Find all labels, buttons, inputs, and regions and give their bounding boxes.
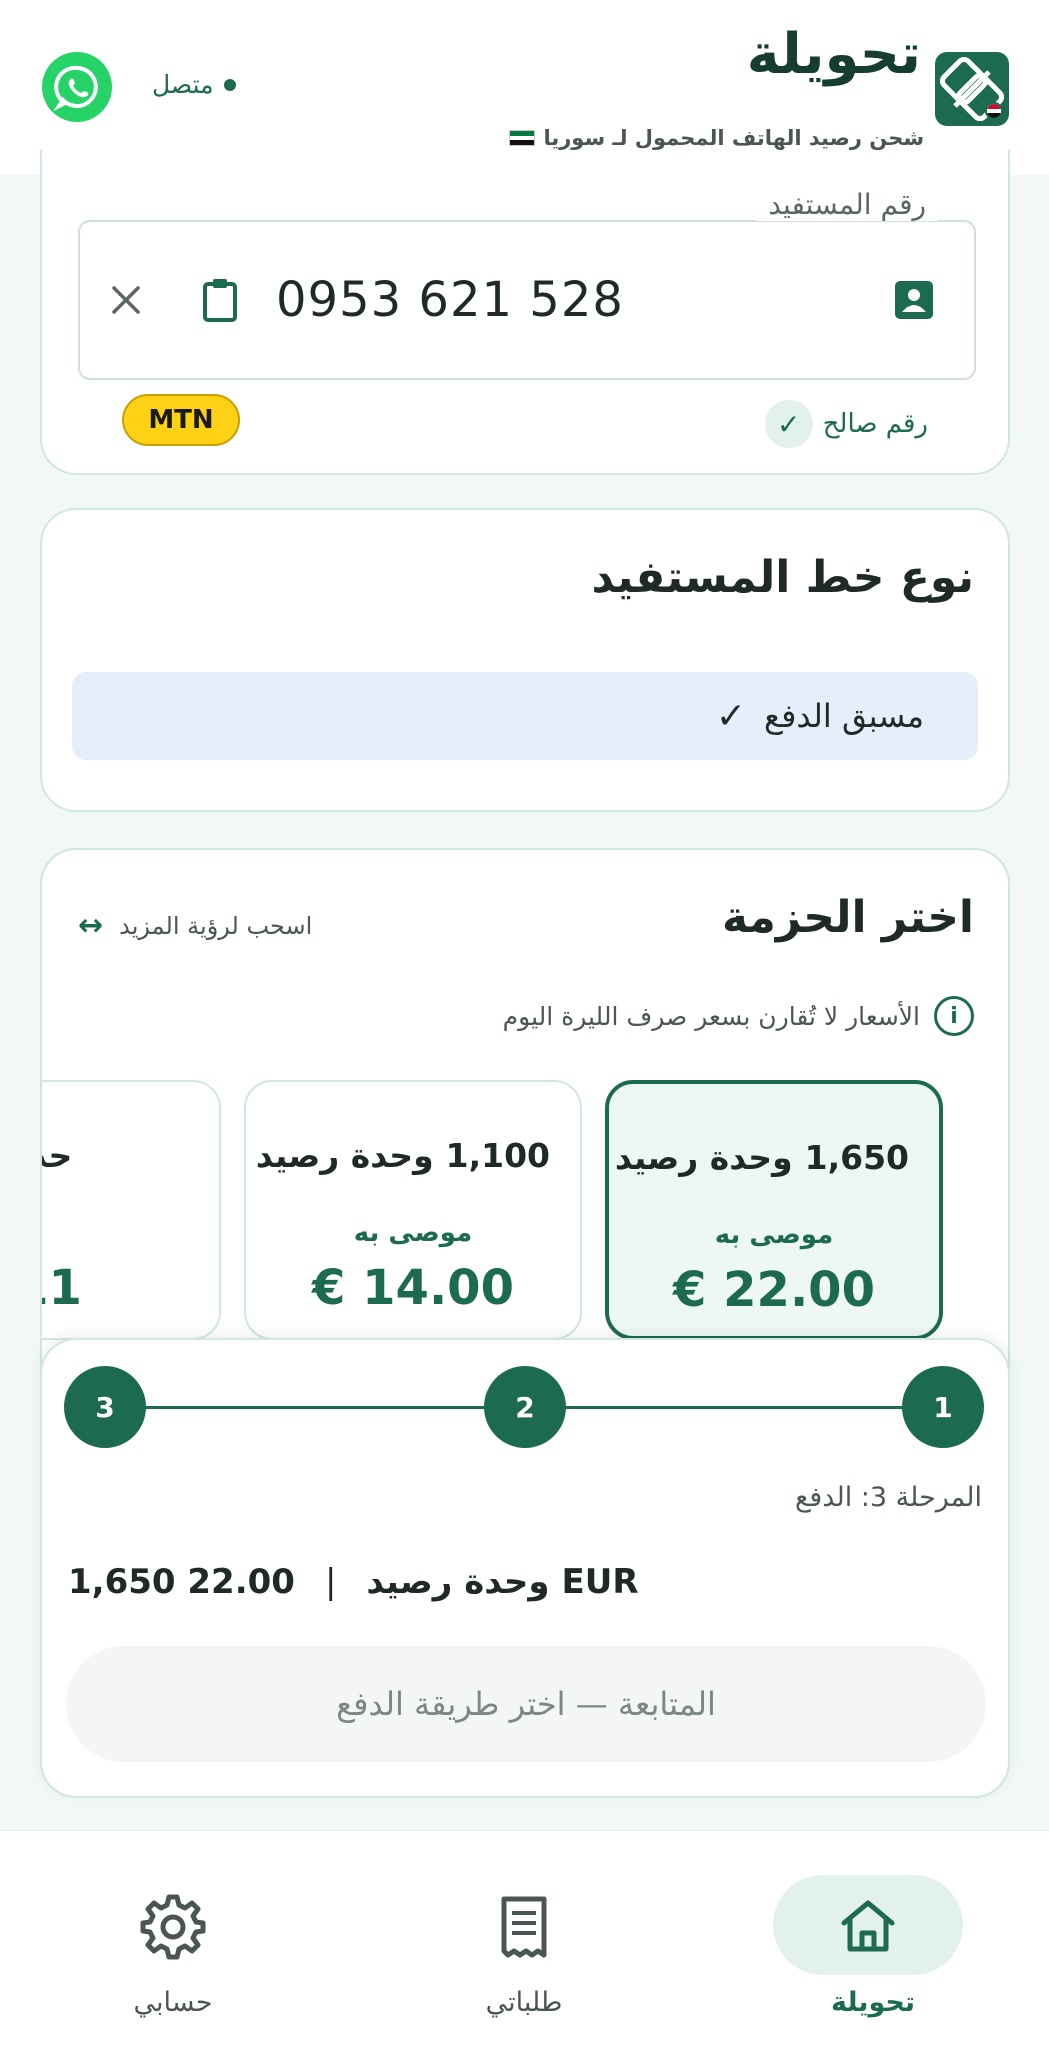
tahwila-logo-icon xyxy=(935,52,1009,126)
syria-flag-icon xyxy=(985,102,1003,120)
step-1: 1 xyxy=(902,1366,984,1448)
syria-flag-icon xyxy=(509,130,536,146)
nav-label: تحويلة xyxy=(830,1987,916,2018)
receipt-icon xyxy=(501,1896,547,1958)
order-summary: 1,650 22.00 | وحدة رصيد EUR xyxy=(68,1562,639,1602)
summary-currency: EUR xyxy=(561,1562,639,1602)
line-type-option-label: مسبق الدفع xyxy=(764,697,924,735)
online-dot-icon xyxy=(223,78,236,91)
whatsapp-icon xyxy=(53,65,98,112)
recommended-label: موصى به xyxy=(714,1220,834,1250)
package-card: اختر الحزمة اسحب لرؤية المزيد ↔ i الأسعا… xyxy=(40,848,1010,1408)
swipe-hint: اسحب لرؤية المزيد ↔ xyxy=(78,908,312,943)
line-type-card: نوع خط المستفيد مسبق الدفع ✓ xyxy=(40,508,1010,812)
line-type-title: نوع خط المستفيد xyxy=(591,552,974,603)
close-icon[interactable] xyxy=(106,280,146,320)
package-scroller[interactable]: 1,650 وحدة رصيد موصى به € 22.00 1,100 وح… xyxy=(42,1080,978,1340)
connection-status: متصل xyxy=(152,70,236,99)
swipe-hint-text: اسحب لرؤية المزيد xyxy=(119,911,313,940)
package-amount-value: 1,650 xyxy=(804,1138,909,1177)
package-amount: 1,100 وحدة رصيد xyxy=(256,1136,550,1175)
summary-amount: 1,650 22.00 xyxy=(68,1562,295,1602)
app-header: تحويلة شحن رصيد الهاتف المحمول لـ سوريا … xyxy=(0,0,1049,175)
package-amount: 1,650 وحدة رصيد xyxy=(615,1138,909,1177)
app-subtitle: شحن رصيد الهاتف المحمول لـ سوريا xyxy=(509,126,924,150)
nav-item-orders[interactable]: طلباتي xyxy=(424,1855,624,2025)
package-amount-value: 1,100 xyxy=(445,1136,550,1175)
package-option[interactable]: 1,100 وحدة رصيد موصى به € 14.00 xyxy=(244,1080,582,1340)
valid-number-text: رقم صالح xyxy=(822,409,928,439)
nav-item-home[interactable]: تحويلة xyxy=(773,1855,973,2025)
operator-badge: MTN xyxy=(122,394,240,446)
continue-button[interactable]: المتابعة — اختر طريقة الدفع xyxy=(66,1646,986,1762)
subtitle-text: شحن رصيد الهاتف المحمول لـ سوريا xyxy=(543,126,924,150)
package-option[interactable]: حدة رصيد € 11 xyxy=(42,1080,221,1340)
bottom-nav: تحويلة طلباتي حسابي xyxy=(0,1830,1049,2048)
phone-number-value[interactable]: 0953 621 528 xyxy=(276,272,624,328)
package-amount: حدة رصيد xyxy=(42,1136,72,1175)
app-title: تحويلة xyxy=(746,22,921,87)
whatsapp-button[interactable] xyxy=(42,52,112,122)
phone-field-label: رقم المستفيد xyxy=(756,188,938,221)
package-unit: وحدة رصيد xyxy=(614,1138,793,1177)
package-title: اختر الحزمة xyxy=(721,892,974,943)
line-type-option-prepaid[interactable]: مسبق الدفع ✓ xyxy=(72,672,978,760)
check-icon: ✓ xyxy=(764,400,813,448)
price-note-text: الأسعار لا تُقارن بسعر صرف الليرة اليوم xyxy=(502,1001,920,1031)
step-3: 3 xyxy=(64,1366,146,1448)
nav-label: طلباتي xyxy=(485,1987,563,2018)
nav-label: حسابي xyxy=(133,1987,213,2018)
check-icon: ✓ xyxy=(715,695,747,737)
phone-field[interactable]: رقم المستفيد 0953 621 528 xyxy=(78,188,976,380)
summary-separator: | xyxy=(324,1562,337,1602)
gear-icon xyxy=(140,1894,206,1960)
package-price: € 11 xyxy=(42,1260,82,1316)
package-unit: حدة رصيد xyxy=(42,1136,73,1175)
valid-number-indicator: رقم صالح ✓ xyxy=(764,400,928,448)
checkout-steps-card: 1 2 3 المرحلة 3: الدفع 1,650 22.00 | وحد… xyxy=(40,1338,1010,1798)
info-icon: i xyxy=(934,996,974,1036)
price-note: i الأسعار لا تُقارن بسعر صرف الليرة اليو… xyxy=(503,996,974,1036)
swipe-arrows-icon: ↔ xyxy=(78,908,104,943)
summary-unit: وحدة رصيد xyxy=(366,1562,550,1602)
clipboard-icon[interactable] xyxy=(196,276,244,324)
step-2: 2 xyxy=(484,1366,566,1448)
package-unit: وحدة رصيد xyxy=(255,1136,434,1175)
current-stage-label: المرحلة 3: الدفع xyxy=(795,1482,982,1513)
nav-item-account[interactable]: حسابي xyxy=(73,1855,273,2025)
beneficiary-phone-card: رقم المستفيد 0953 621 528 MTN رقم صالح ✓ xyxy=(40,150,1010,475)
status-label: متصل xyxy=(152,70,214,99)
package-price: € 22.00 xyxy=(673,1262,875,1318)
recommended-label: موصى به xyxy=(353,1218,473,1248)
package-option[interactable]: 1,650 وحدة رصيد موصى به € 22.00 xyxy=(605,1080,943,1340)
package-price: € 14.00 xyxy=(312,1260,514,1316)
contact-icon[interactable] xyxy=(892,278,936,322)
home-icon xyxy=(841,1900,895,1952)
